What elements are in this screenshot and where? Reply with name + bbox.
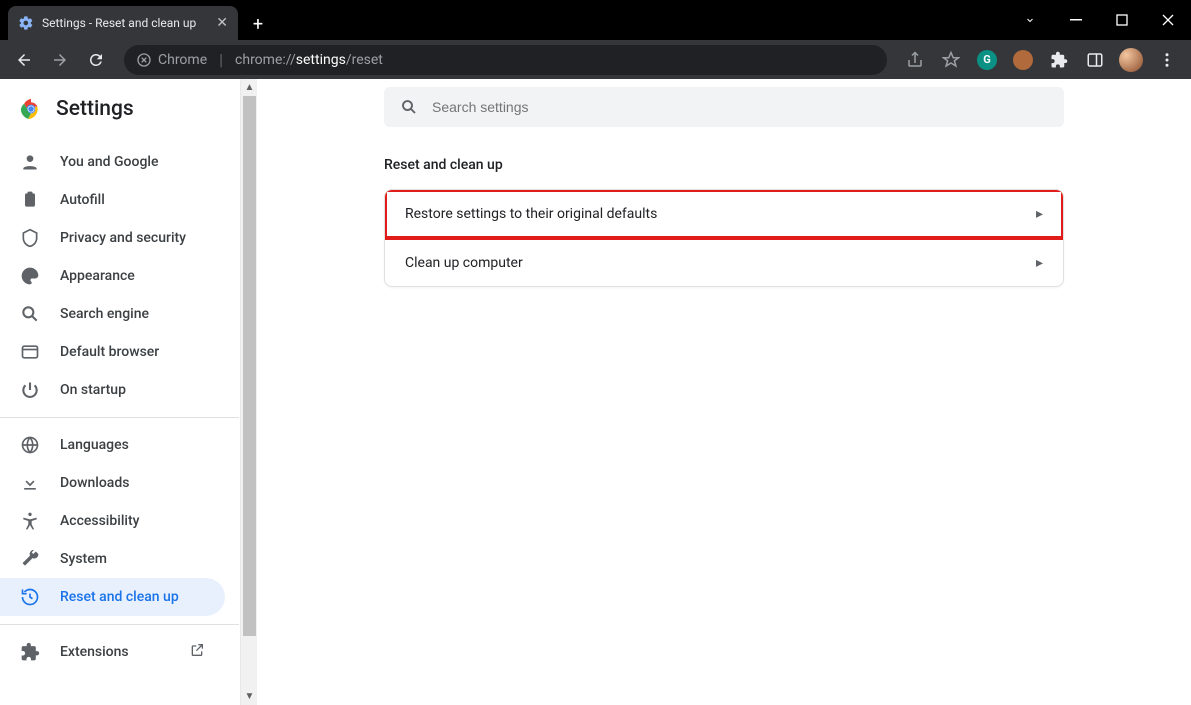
tab-strip: Settings - Reset and clean up ✕ +	[0, 0, 272, 40]
maximize-button[interactable]	[1099, 5, 1145, 35]
open-external-icon	[189, 642, 205, 662]
sidebar-item-label: Appearance	[60, 268, 135, 284]
divider: |	[219, 50, 223, 69]
sidebar-item-label: Autofill	[60, 192, 105, 208]
settings-sidebar: Settings You and Google Autofill Privacy…	[0, 79, 239, 705]
sidebar-item-system[interactable]: System	[0, 540, 225, 578]
globe-icon	[20, 435, 40, 455]
palette-icon	[20, 266, 40, 286]
share-icon[interactable]	[899, 44, 931, 76]
section-title: Reset and clean up	[384, 157, 1064, 173]
restore-icon	[20, 587, 40, 607]
scroll-down-icon[interactable]: ▼	[241, 688, 258, 705]
search-settings[interactable]	[384, 87, 1064, 127]
restore-defaults-row[interactable]: Restore settings to their original defau…	[385, 190, 1063, 238]
search-icon	[20, 304, 40, 324]
page-title: Settings	[56, 97, 134, 121]
shield-icon	[20, 228, 40, 248]
forward-button[interactable]	[44, 44, 76, 76]
sidebar-item-default-browser[interactable]: Default browser	[0, 333, 225, 371]
sidebar-item-label: System	[60, 551, 107, 567]
scrollbar-thumb[interactable]	[243, 96, 256, 636]
sidebar-item-label: Languages	[60, 437, 129, 453]
sidebar-item-you-and-google[interactable]: You and Google	[0, 143, 225, 181]
sidebar-item-label: You and Google	[60, 154, 158, 170]
back-button[interactable]	[8, 44, 40, 76]
tab-title: Settings - Reset and clean up	[42, 16, 196, 30]
clipboard-icon	[20, 190, 40, 210]
new-tab-button[interactable]: +	[244, 10, 272, 38]
divider	[0, 624, 239, 625]
bookmark-icon[interactable]	[935, 44, 967, 76]
browser-toolbar: Chrome | chrome://settings/reset G	[0, 40, 1191, 79]
settings-header: Settings	[0, 79, 239, 139]
gear-icon	[18, 15, 34, 31]
sidebar-item-extensions[interactable]: Extensions	[0, 633, 225, 671]
menu-icon[interactable]	[1151, 44, 1183, 76]
sidebar-item-on-startup[interactable]: On startup	[0, 371, 225, 409]
site-info-icon[interactable]: Chrome	[136, 52, 207, 68]
sidebar-item-reset[interactable]: Reset and clean up	[0, 578, 225, 616]
sidebar-container: Settings You and Google Autofill Privacy…	[0, 79, 257, 705]
sidebar-item-label: On startup	[60, 382, 126, 398]
sidebar-item-label: Privacy and security	[60, 230, 186, 246]
chevron-down-icon[interactable]	[1007, 5, 1053, 35]
divider	[0, 417, 239, 418]
row-label: Restore settings to their original defau…	[405, 206, 657, 222]
address-bar[interactable]: Chrome | chrome://settings/reset	[124, 45, 887, 75]
accessibility-icon	[20, 511, 40, 531]
sidebar-item-search-engine[interactable]: Search engine	[0, 295, 225, 333]
power-icon	[20, 380, 40, 400]
extensions-puzzle-icon[interactable]	[1043, 44, 1075, 76]
close-window-button[interactable]	[1145, 5, 1191, 35]
sidebar-item-downloads[interactable]: Downloads	[0, 464, 225, 502]
extension-grammarly-icon[interactable]: G	[971, 44, 1003, 76]
nav-list: You and Google Autofill Privacy and secu…	[0, 139, 239, 675]
browser-icon	[20, 342, 40, 362]
window-titlebar: Settings - Reset and clean up ✕ +	[0, 0, 1191, 40]
page-content: Settings You and Google Autofill Privacy…	[0, 79, 1191, 705]
browser-tab[interactable]: Settings - Reset and clean up ✕	[8, 6, 238, 40]
sidebar-item-label: Extensions	[60, 644, 129, 660]
clean-up-computer-row[interactable]: Clean up computer ▸	[385, 238, 1063, 286]
extension-cookie-icon[interactable]	[1007, 44, 1039, 76]
scrollbar[interactable]: ▲ ▼	[240, 79, 257, 705]
search-icon	[400, 98, 418, 116]
puzzle-icon	[20, 642, 40, 662]
sidebar-item-label: Default browser	[60, 344, 159, 360]
main-panel: Reset and clean up Restore settings to t…	[257, 79, 1191, 705]
scroll-up-icon[interactable]: ▲	[241, 79, 258, 96]
sidebar-item-label: Downloads	[60, 475, 129, 491]
person-icon	[20, 152, 40, 172]
search-input[interactable]	[432, 99, 1048, 115]
sidebar-item-accessibility[interactable]: Accessibility	[0, 502, 225, 540]
close-icon[interactable]: ✕	[216, 15, 228, 31]
sidebar-item-label: Reset and clean up	[60, 589, 179, 605]
chrome-logo-icon	[20, 98, 42, 120]
sidebar-item-label: Accessibility	[60, 513, 139, 529]
chevron-right-icon: ▸	[1036, 255, 1043, 271]
side-panel-icon[interactable]	[1079, 44, 1111, 76]
url-text: chrome://settings/reset	[235, 52, 383, 68]
row-label: Clean up computer	[405, 255, 523, 271]
sidebar-item-label: Search engine	[60, 306, 149, 322]
sidebar-item-privacy[interactable]: Privacy and security	[0, 219, 225, 257]
profile-avatar[interactable]	[1115, 44, 1147, 76]
reload-button[interactable]	[80, 44, 112, 76]
sidebar-item-autofill[interactable]: Autofill	[0, 181, 225, 219]
download-icon	[20, 473, 40, 493]
reset-card: Restore settings to their original defau…	[384, 189, 1064, 287]
wrench-icon	[20, 549, 40, 569]
minimize-button[interactable]	[1053, 5, 1099, 35]
sidebar-item-appearance[interactable]: Appearance	[0, 257, 225, 295]
omnibox-label: Chrome	[158, 52, 207, 68]
sidebar-item-languages[interactable]: Languages	[0, 426, 225, 464]
chevron-right-icon: ▸	[1036, 206, 1043, 222]
window-controls	[1007, 0, 1191, 40]
